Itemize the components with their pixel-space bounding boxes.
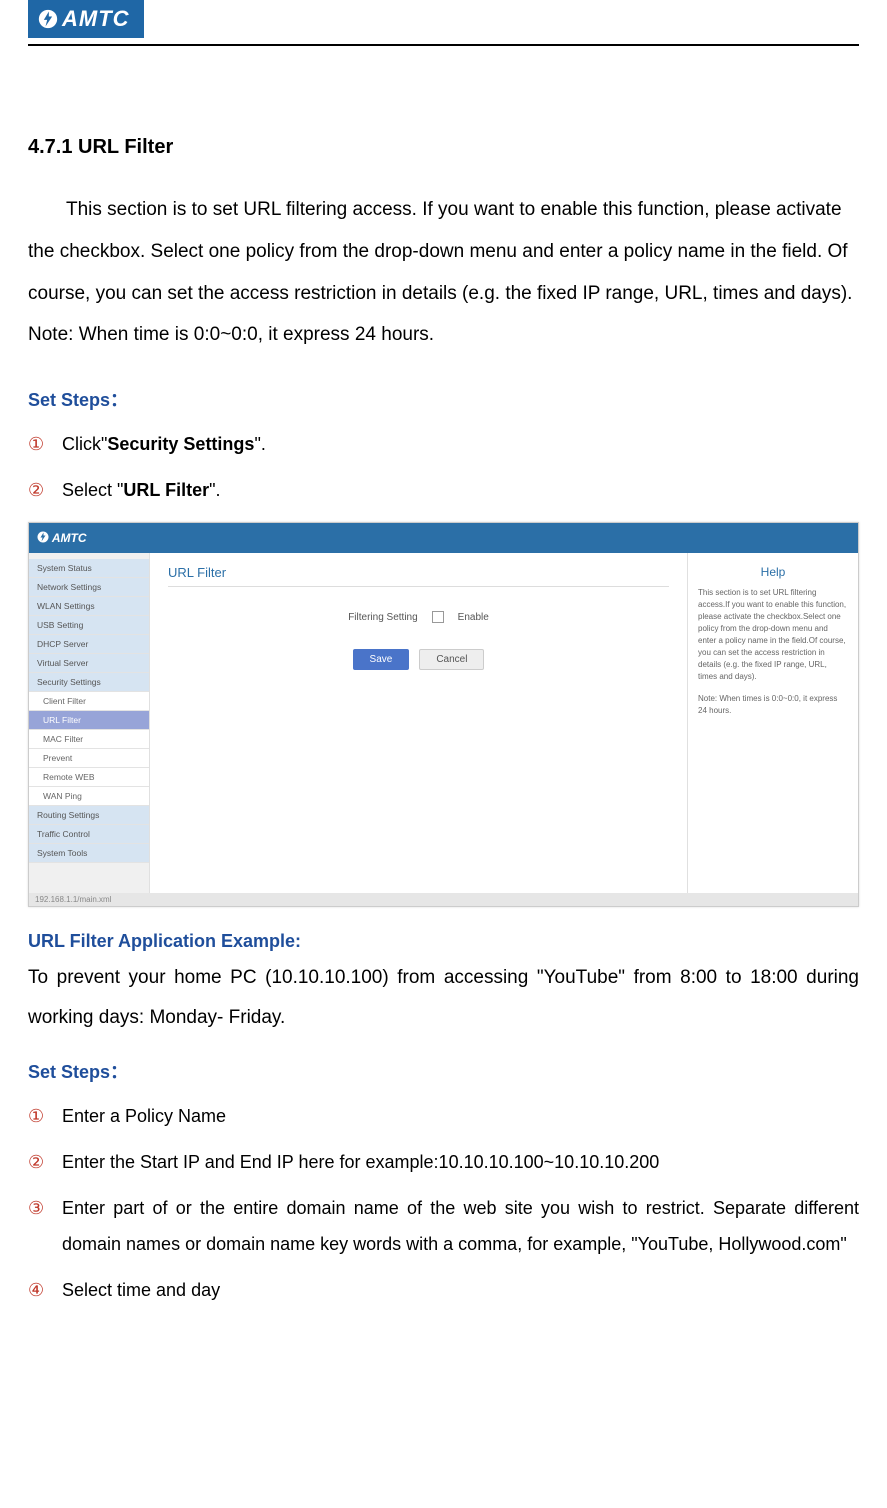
step2-4: ④ Select time and day [28, 1272, 859, 1308]
step1-1: ① Click"Security Settings". [28, 426, 859, 462]
sidebar-sub-item[interactable]: Remote WEB [29, 768, 149, 787]
shot-sidebar: System Status Network Settings WLAN Sett… [29, 553, 150, 893]
set-steps-heading-2: Set Steps： [28, 1058, 859, 1084]
step-text: Click"Security Settings". [62, 426, 859, 462]
step-bold: URL Filter [123, 480, 209, 500]
help-text-2: Note: When times is 0:0~0:0, it express … [698, 693, 848, 717]
bolt-icon [37, 531, 49, 543]
shot-brand: AMTC [37, 531, 87, 545]
main-divider [168, 586, 669, 587]
sidebar-sub-item[interactable]: Client Filter [29, 692, 149, 711]
brand-logo: AMTC [28, 0, 144, 38]
sidebar-sub-url-filter[interactable]: URL Filter [29, 711, 149, 730]
step-number: ② [28, 1144, 62, 1180]
set-steps-heading-1: Set Steps： [28, 386, 859, 412]
step-number: ② [28, 472, 62, 508]
step2-1: ① Enter a Policy Name [28, 1098, 859, 1134]
shot-brand-text: AMTC [52, 531, 87, 545]
step-number: ④ [28, 1272, 62, 1308]
help-text-1: This section is to set URL filtering acc… [698, 587, 848, 683]
sidebar-sub-item[interactable]: MAC Filter [29, 730, 149, 749]
step-pre: Select " [62, 480, 123, 500]
filter-row: Filtering Setting Enable [168, 611, 669, 623]
step-text: Select "URL Filter". [62, 472, 859, 508]
header-rule [28, 44, 859, 46]
shot-help-panel: Help This section is to set URL filterin… [687, 553, 858, 893]
router-screenshot: AMTC System Status Network Settings WLAN… [28, 522, 859, 907]
step-text: Select time and day [62, 1272, 859, 1308]
step-text: Enter a Policy Name [62, 1098, 859, 1134]
sidebar-item[interactable]: WLAN Settings [29, 597, 149, 616]
shot-status-bar: 192.168.1.1/main.xml [29, 893, 858, 906]
step-text: Enter part of or the entire domain name … [62, 1190, 859, 1262]
step1-2: ② Select "URL Filter". [28, 472, 859, 508]
step-number: ① [28, 426, 62, 462]
sidebar-item[interactable]: Virtual Server [29, 654, 149, 673]
help-title: Help [698, 565, 848, 579]
main-title: URL Filter [168, 565, 669, 580]
steps-list-1: ① Click"Security Settings". ② Select "UR… [28, 426, 859, 508]
bolt-icon [38, 9, 58, 29]
example-text: To prevent your home PC (10.10.10.100) f… [28, 958, 859, 1038]
step-post: ". [209, 480, 220, 500]
section-title: 4.7.1 URL Filter [28, 136, 859, 159]
sidebar-item-security[interactable]: Security Settings [29, 673, 149, 692]
step-pre: Click" [62, 434, 107, 454]
sidebar-item[interactable]: System Tools [29, 844, 149, 863]
sidebar-item[interactable]: Traffic Control [29, 825, 149, 844]
step-number: ③ [28, 1190, 62, 1226]
filter-label: Filtering Setting [348, 612, 417, 623]
shot-body: System Status Network Settings WLAN Sett… [29, 553, 858, 893]
enable-checkbox[interactable] [432, 611, 444, 623]
button-row: Save Cancel [168, 649, 669, 670]
step2-2: ② Enter the Start IP and End IP here for… [28, 1144, 859, 1180]
steps-list-2: ① Enter a Policy Name ② Enter the Start … [28, 1098, 859, 1308]
sidebar-item[interactable]: USB Setting [29, 616, 149, 635]
step-bold: Security Settings [107, 434, 254, 454]
sidebar-sub-item[interactable]: Prevent [29, 749, 149, 768]
brand-text: AMTC [62, 6, 130, 32]
section-intro: This section is to set URL filtering acc… [28, 189, 859, 356]
sidebar-item[interactable]: System Status [29, 559, 149, 578]
sidebar-sub-item[interactable]: WAN Ping [29, 787, 149, 806]
step-text: Enter the Start IP and End IP here for e… [62, 1144, 859, 1180]
sidebar-item[interactable]: Network Settings [29, 578, 149, 597]
sidebar-item[interactable]: Routing Settings [29, 806, 149, 825]
sidebar-item[interactable]: DHCP Server [29, 635, 149, 654]
shot-main: URL Filter Filtering Setting Enable Save… [150, 553, 687, 893]
cancel-button[interactable]: Cancel [419, 649, 484, 670]
step-number: ① [28, 1098, 62, 1134]
step2-3: ③ Enter part of or the entire domain nam… [28, 1190, 859, 1262]
enable-label: Enable [458, 612, 489, 623]
example-heading: URL Filter Application Example: [28, 931, 859, 952]
save-button[interactable]: Save [353, 649, 410, 670]
page-header: AMTC [28, 0, 859, 46]
step-post: ". [254, 434, 265, 454]
shot-topbar: AMTC [29, 523, 858, 553]
